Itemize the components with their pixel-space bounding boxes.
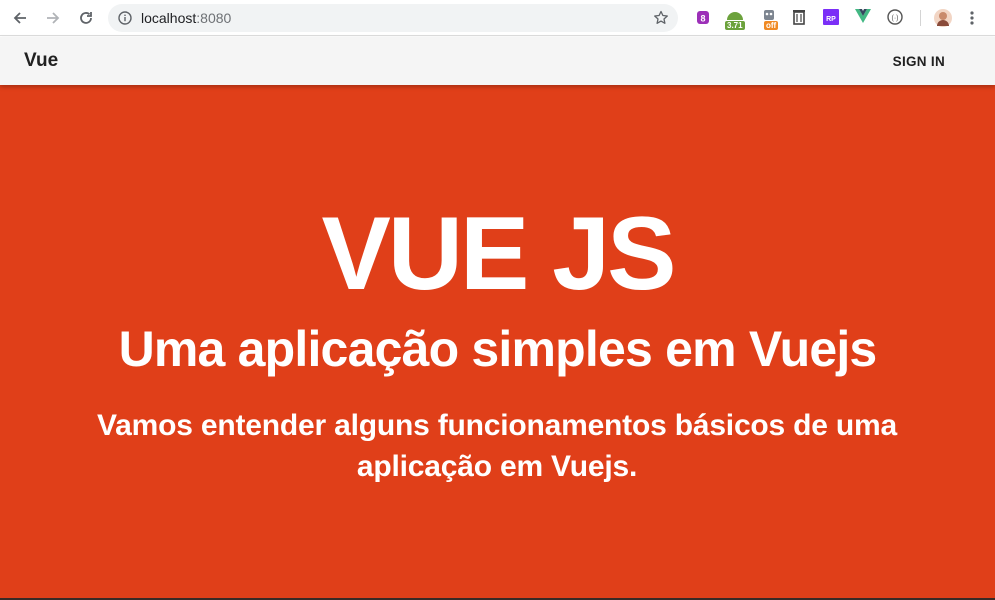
vue-devtools-icon[interactable] [854, 8, 872, 28]
extension-android-icon[interactable]: 3.71 [724, 8, 746, 30]
browser-toolbar: localhost:8080 8 3.71 off RP (·) [0, 0, 995, 36]
sign-in-button[interactable]: SIGN IN [879, 47, 959, 75]
menu-kebab-icon[interactable] [966, 8, 978, 28]
arrow-left-icon [13, 12, 26, 24]
url-text[interactable]: localhost:8080 [141, 10, 231, 26]
info-icon[interactable] [118, 11, 132, 25]
trash-icon[interactable] [791, 8, 809, 28]
arrow-right-icon [47, 12, 60, 24]
hero-banner: VUE JS Uma aplicação simples em Vuejs Va… [0, 85, 995, 598]
app-title: Vue [24, 50, 59, 71]
extension-robot-icon[interactable]: off [760, 8, 782, 30]
address-bar[interactable]: localhost:8080 [108, 4, 678, 32]
toolbar-divider [920, 10, 921, 26]
hero-headline: VUE JS [321, 196, 677, 312]
extension-rp-label: RP [826, 16, 836, 23]
profile-avatar-icon[interactable] [933, 8, 952, 28]
hero-description: Vamos entender alguns funcionamentos bás… [97, 409, 898, 483]
forward-button[interactable] [41, 6, 65, 30]
url-port: :8080 [196, 10, 232, 26]
svg-text:8: 8 [700, 14, 705, 24]
back-button[interactable] [8, 6, 32, 30]
hero-subheading: Uma aplicação simples em Vuejs [118, 321, 878, 377]
app-toolbar: Vue SIGN IN [0, 37, 995, 85]
extension-purple-icon[interactable]: 8 [694, 8, 712, 28]
svg-text:(·): (·) [892, 15, 899, 22]
reload-button[interactable] [74, 6, 98, 30]
extension-badge: 3.71 [725, 21, 745, 30]
extension-badge: off [764, 21, 779, 30]
url-host: localhost [141, 10, 197, 26]
reload-icon [80, 12, 92, 24]
star-icon[interactable] [653, 10, 669, 26]
extension-circle-icon[interactable]: (·) [886, 8, 904, 28]
extension-rp-icon[interactable]: RP [822, 8, 840, 28]
